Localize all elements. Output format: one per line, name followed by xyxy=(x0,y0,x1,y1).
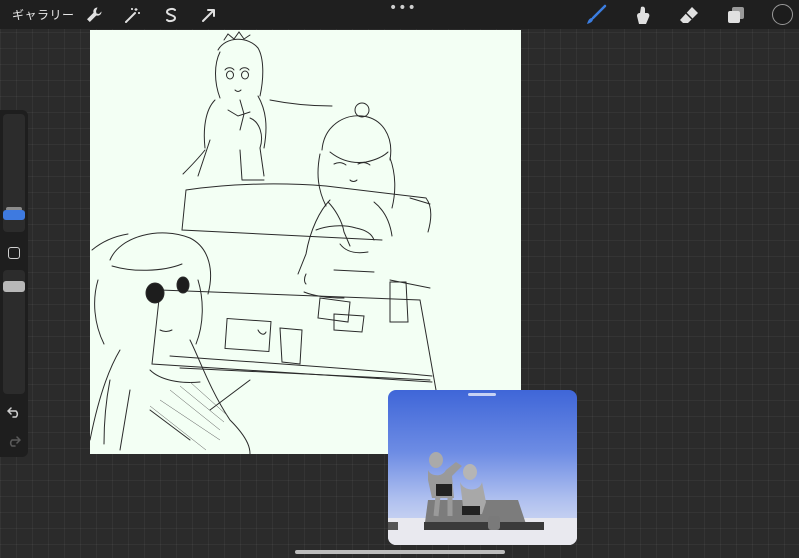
brush-sidebar xyxy=(0,110,28,457)
transform-arrow-icon[interactable] xyxy=(197,3,221,27)
color-picker-button[interactable] xyxy=(772,4,793,25)
top-toolbar: ギャラリー ••• xyxy=(0,0,799,29)
size-slider-handle[interactable] xyxy=(3,210,25,220)
3d-pose-reference xyxy=(388,452,577,545)
redo-icon[interactable] xyxy=(7,432,22,451)
reference-window[interactable] xyxy=(388,390,577,545)
layers-icon[interactable] xyxy=(724,3,748,27)
wrench-icon[interactable] xyxy=(82,3,106,27)
home-indicator xyxy=(295,550,505,554)
gallery-button[interactable]: ギャラリー xyxy=(12,6,75,23)
opacity-slider-handle[interactable] xyxy=(3,281,25,292)
selection-icon[interactable] xyxy=(159,3,183,27)
smudge-icon[interactable] xyxy=(631,3,655,27)
brush-icon[interactable] xyxy=(584,3,608,27)
modify-button[interactable] xyxy=(8,247,20,259)
undo-icon[interactable] xyxy=(6,403,21,422)
magic-wand-icon[interactable] xyxy=(120,3,144,27)
eraser-icon[interactable] xyxy=(677,3,701,27)
more-options-icon[interactable]: ••• xyxy=(389,0,417,16)
